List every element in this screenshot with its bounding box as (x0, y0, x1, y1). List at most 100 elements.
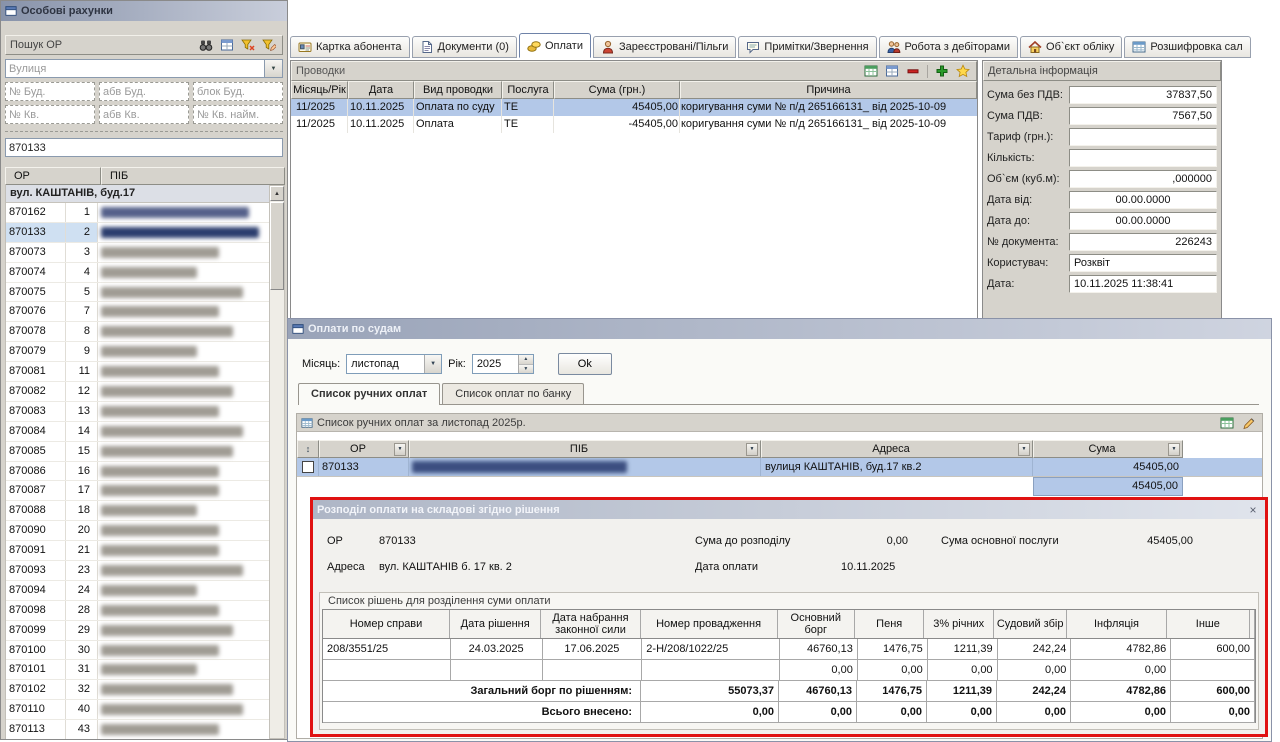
find-button[interactable] (197, 37, 215, 53)
pay-col-address[interactable]: Адреса▼ (761, 440, 1033, 458)
account-row[interactable]: 870074 4 (6, 263, 269, 283)
account-row[interactable]: 870082 12 (6, 382, 269, 402)
account-row[interactable]: 870099 29 (6, 621, 269, 641)
building-block-input[interactable] (193, 82, 283, 101)
account-row[interactable]: 870100 30 (6, 641, 269, 661)
account-row[interactable]: 870102 32 (6, 680, 269, 700)
pay-col-or[interactable]: ОР▼ (319, 440, 409, 458)
col-month-year[interactable]: Місяць/Рік (291, 81, 348, 99)
court-payments-titlebar[interactable]: Оплати по судам (288, 319, 1271, 339)
scrollbar-thumb[interactable] (270, 202, 284, 290)
decision-column-header[interactable]: Дата набрання законної сили (541, 610, 640, 638)
account-row[interactable]: 870098 28 (6, 601, 269, 621)
account-row[interactable]: 870162 1 (6, 203, 269, 223)
account-row[interactable]: 870093 23 (6, 561, 269, 581)
transaction-row[interactable]: 11/2025 10.11.2025 Оплата ТЕ -45405,00 к… (291, 116, 977, 133)
decision-column-header[interactable]: Судовий збір (994, 610, 1067, 638)
account-row[interactable]: 870088 18 (6, 501, 269, 521)
payment-row[interactable]: 870133 вулиця КАШТАНІВ, буд.17 кв.2 4540… (297, 458, 1262, 477)
account-row[interactable]: 870110 40 (6, 700, 269, 720)
account-number-input[interactable] (5, 138, 283, 157)
accounts-scrollbar[interactable]: ▲ (269, 185, 285, 739)
street-input[interactable] (5, 59, 265, 78)
tab-kartka-abonenta[interactable]: Картка абонента (290, 36, 410, 58)
col-date[interactable]: Дата (348, 81, 414, 99)
account-row[interactable]: 870090 20 (6, 521, 269, 541)
row-checkbox[interactable] (302, 461, 314, 473)
decision-column-header[interactable]: Дата рішення (450, 610, 541, 638)
tab-dokumenty[interactable]: Документи (0) (412, 36, 517, 58)
filter-dropdown-icon[interactable]: ▼ (1168, 443, 1180, 456)
export-grid-button[interactable] (862, 63, 880, 79)
scroll-up-button[interactable]: ▲ (270, 186, 284, 201)
account-row[interactable]: 870084 14 (6, 422, 269, 442)
filter-dropdown-icon[interactable]: ▼ (746, 443, 758, 456)
decision-column-header[interactable]: 3% річних (924, 610, 993, 638)
tab-robota-z-debitoramy[interactable]: Робота з дебіторами (879, 36, 1018, 58)
account-row[interactable]: 870076 7 (6, 302, 269, 322)
favorites-button[interactable] (954, 63, 972, 79)
apartment-number-input[interactable] (5, 105, 95, 124)
year-stepper[interactable]: 2025 ▲ ▼ (472, 354, 534, 374)
tab-manual-payments[interactable]: Список ручних оплат (298, 383, 440, 405)
month-select[interactable]: листопад ▼ (346, 354, 442, 374)
street-dropdown-button[interactable]: ▼ (265, 59, 283, 78)
pay-col-pib[interactable]: ПІБ▼ (409, 440, 761, 458)
distribution-titlebar[interactable]: Розподіл оплати на складові згідно рішен… (313, 500, 1265, 519)
ok-button[interactable]: Ok (558, 353, 612, 375)
column-header-or[interactable]: ОР (5, 167, 101, 185)
transaction-row[interactable]: 11/2025 10.11.2025 Оплата по суду ТЕ 454… (291, 99, 977, 116)
chevron-down-icon[interactable]: ▼ (424, 355, 441, 373)
apartment-letter-input[interactable] (99, 105, 189, 124)
account-row[interactable]: 870078 8 (6, 322, 269, 342)
add-transaction-button[interactable] (933, 63, 951, 79)
tab-rozshyfrovka-saldo[interactable]: Розшифровка сал (1124, 36, 1250, 58)
clear-filter-button[interactable] (239, 37, 257, 53)
accounts-window-titlebar[interactable]: Особові рахунки (1, 1, 287, 21)
selector-column-header[interactable]: ↕ (297, 440, 319, 458)
decision-column-header[interactable]: Інше (1167, 610, 1250, 638)
col-reason[interactable]: Причина (680, 81, 977, 99)
tab-oplaty[interactable]: Оплати (519, 33, 591, 58)
edit-filter-button[interactable] (260, 37, 278, 53)
tab-prymitky-zvernennya[interactable]: Примітки/Звернення (738, 36, 876, 58)
filter-dropdown-icon[interactable]: ▼ (394, 443, 406, 456)
edit-button[interactable] (1240, 415, 1258, 431)
filter-dropdown-icon[interactable]: ▼ (1018, 443, 1030, 456)
account-row[interactable]: 870133 2 (6, 223, 269, 243)
account-row[interactable]: 870073 3 (6, 243, 269, 263)
account-row[interactable]: 870081 11 (6, 362, 269, 382)
account-row[interactable]: 870113 43 (6, 720, 269, 739)
account-row[interactable]: 870094 24 (6, 581, 269, 601)
decision-column-header[interactable]: Інфляція (1067, 610, 1166, 638)
view-list-button[interactable] (218, 37, 236, 53)
col-amount[interactable]: Сума (грн.) (554, 81, 680, 99)
delete-transaction-button[interactable] (904, 63, 922, 79)
export-button[interactable] (1218, 415, 1236, 431)
view-sheet-button[interactable] (883, 63, 901, 79)
account-row[interactable]: 870091 21 (6, 541, 269, 561)
decision-column-header[interactable]: Номер провадження (641, 610, 778, 638)
account-row[interactable]: 870101 31 (6, 660, 269, 680)
col-type[interactable]: Вид проводки (414, 81, 502, 99)
street-group-row[interactable]: вул. КАШТАНІВ, буд.17 (6, 185, 269, 203)
account-row[interactable]: 870075 5 (6, 283, 269, 303)
decision-row[interactable]: 208/3551/25 24.03.2025 17.06.2025 2-Н/20… (323, 639, 1255, 660)
spin-down-icon[interactable]: ▼ (519, 365, 533, 374)
apartment-rent-input[interactable] (193, 105, 283, 124)
col-service[interactable]: Послуга (502, 81, 554, 99)
spin-up-icon[interactable]: ▲ (519, 355, 533, 365)
decision-column-header[interactable]: Основний борг (778, 610, 855, 638)
account-row[interactable]: 870079 9 (6, 342, 269, 362)
decision-row[interactable]: 0,00 0,00 0,00 0,00 0,00 (323, 660, 1255, 681)
tab-bank-payments[interactable]: Список оплат по банку (442, 383, 584, 404)
column-header-pib[interactable]: ПІБ (101, 167, 285, 185)
pay-col-sum[interactable]: Сума▼ (1033, 440, 1183, 458)
building-number-input[interactable] (5, 82, 95, 101)
account-row[interactable]: 870087 17 (6, 481, 269, 501)
tab-obyekt-obliku[interactable]: Об`єкт обліку (1020, 36, 1122, 58)
account-row[interactable]: 870085 15 (6, 442, 269, 462)
account-row[interactable]: 870083 13 (6, 402, 269, 422)
tab-zareyestrovani-pilhy[interactable]: Зареєстровані/Пільги (593, 36, 736, 58)
close-icon[interactable]: × (1245, 502, 1261, 517)
